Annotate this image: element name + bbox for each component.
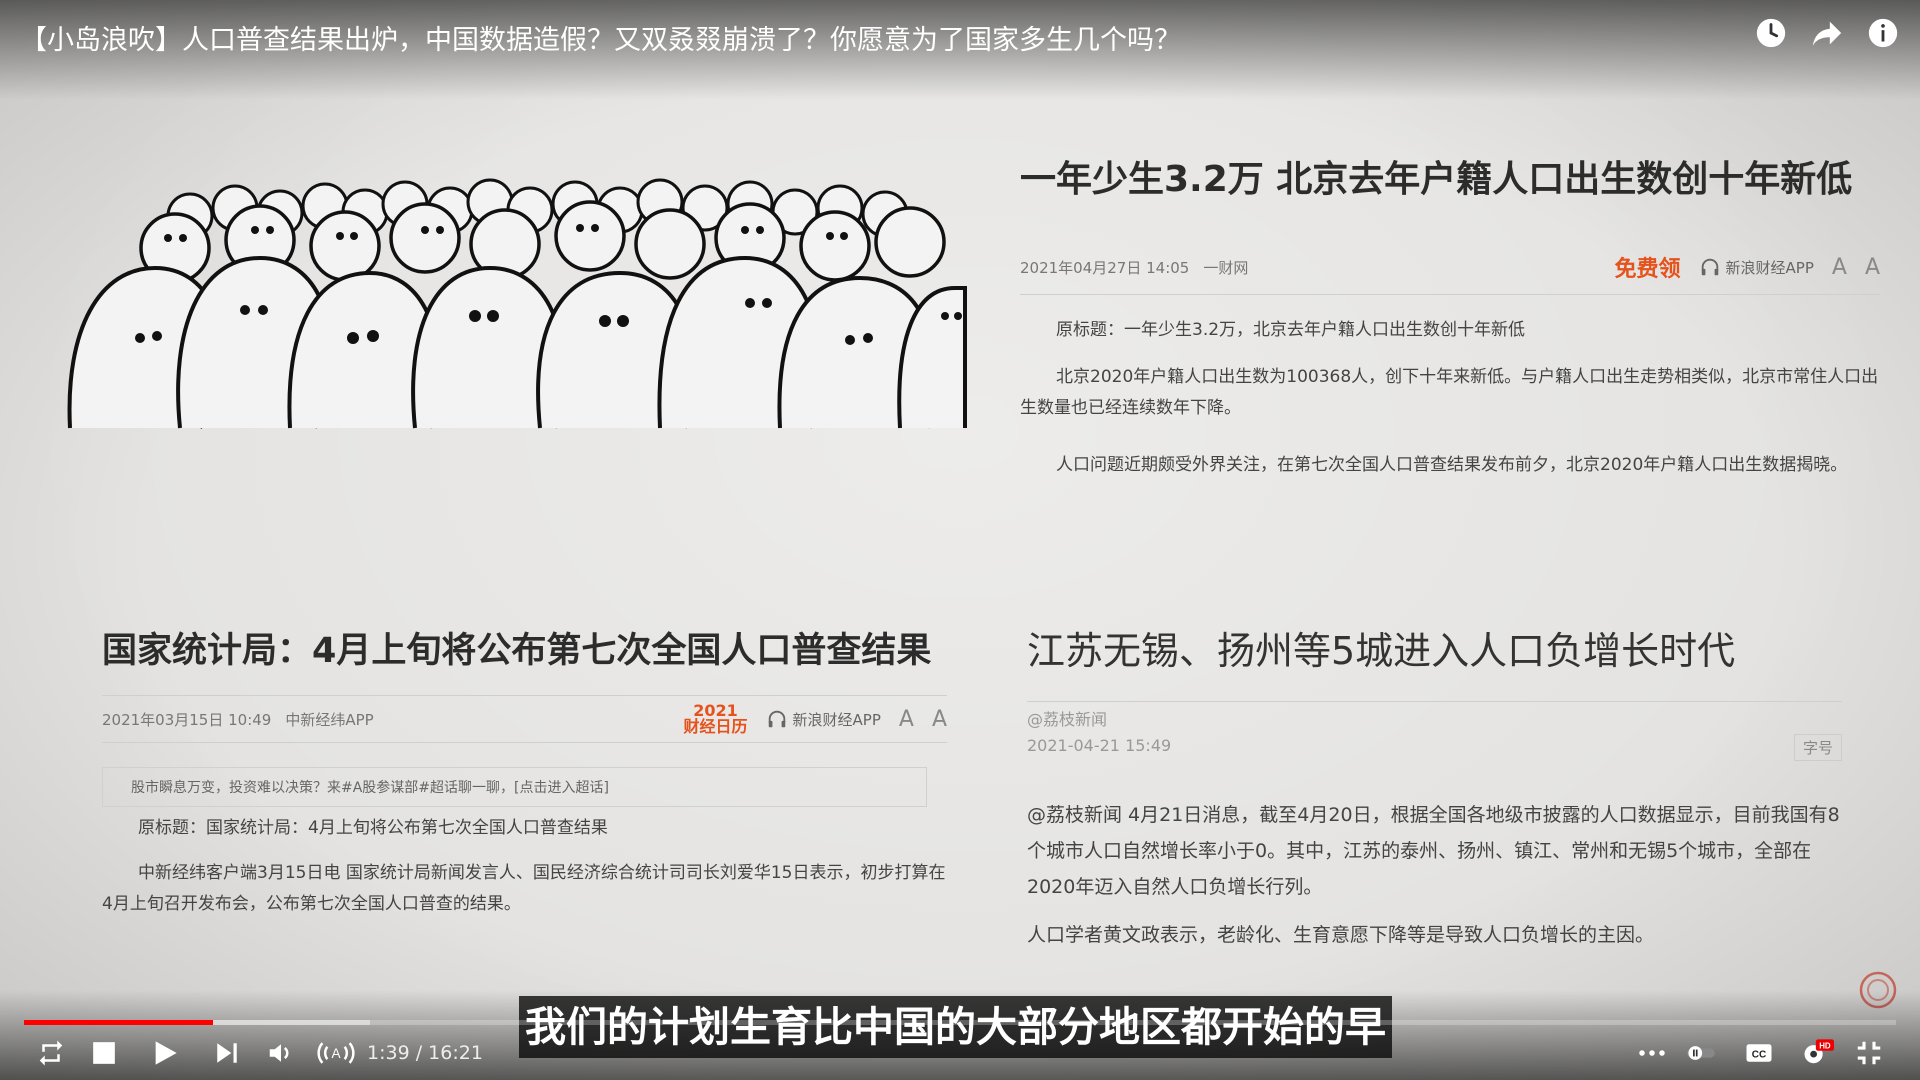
- article3-para: 人口学者黄文政表示，老龄化、生育意愿下降等是导致人口负增长的主因。: [1027, 924, 1655, 946]
- article3-divider: [1027, 701, 1842, 702]
- more-button[interactable]: [1636, 1036, 1668, 1070]
- sina-app-label: 新浪财经APP: [1725, 258, 1814, 277]
- time-total: 16:21: [428, 1042, 483, 1064]
- article-census-release: 国家统计局：4月上旬将公布第七次全国人口普查结果 2021年03月15日 10:…: [102, 622, 947, 920]
- info-icon[interactable]: [1866, 16, 1900, 50]
- article1-date: 2021年04月27日 14:05: [1020, 258, 1190, 277]
- article1-para: 原标题：一年少生3.2万，北京去年户籍人口出生数创十年新低: [1056, 320, 1526, 340]
- font-smaller-button[interactable]: A: [899, 707, 914, 732]
- article1-meta: 2021年04月27日 14:05 一财网 免费领 新浪财经APP A A: [1020, 251, 1881, 283]
- sina-app-link[interactable]: 新浪财经APP: [766, 708, 881, 730]
- article2-para: 中新经纬客户端3月15日电 国家统计局新闻发言人、国民经济综合统计司司长刘爱华1…: [102, 863, 946, 914]
- article-jiangsu-negative-growth: 江苏无锡、扬州等5城进入人口负增长时代 @荔枝新闻 2021-04-21 15:…: [1027, 620, 1842, 953]
- time-current: 1:39: [367, 1042, 410, 1064]
- stop-icon: [93, 1042, 115, 1064]
- settings-button[interactable]: HD: [1800, 1036, 1834, 1070]
- audio-description-button[interactable]: A: [315, 1036, 357, 1070]
- captions-button[interactable]: CC: [1744, 1036, 1774, 1070]
- settings-icon: HD: [1804, 1039, 1834, 1064]
- next-icon: [217, 1043, 237, 1063]
- article2-divider: [102, 695, 947, 696]
- article1-para: 北京2020年户籍人口出生数为100368人，创下十年来新低。与户籍人口出生走势…: [1020, 367, 1879, 418]
- article1-tools: 免费领 新浪财经APP A A: [1615, 251, 1881, 283]
- audio-description-icon: A: [317, 1042, 355, 1064]
- article-beijing-births: 一年少生3.2万 北京去年户籍人口出生数创十年新低 2021年04月27日 14…: [1020, 150, 1880, 481]
- time-display: 1:39 / 16:21: [367, 1042, 483, 1064]
- font-smaller-button[interactable]: A: [1832, 255, 1847, 280]
- video-title[interactable]: 【小岛浪吹】人口普查结果出炉，中国数据造假？又双叒叕崩溃了？你愿意为了国家多生几…: [20, 18, 1720, 57]
- more-icon: [1639, 1050, 1665, 1056]
- article1-source: 一财网: [1203, 258, 1249, 277]
- sina-app-label: 新浪财经APP: [792, 710, 881, 729]
- top-right-controls: [1754, 16, 1900, 50]
- svg-text:CC: CC: [1752, 1049, 1766, 1060]
- article2-title: 国家统计局：4月上旬将公布第七次全国人口普查结果: [102, 631, 932, 671]
- played-bar: [24, 1020, 214, 1025]
- autoplay-toggle[interactable]: [1685, 1036, 1717, 1070]
- stop-button[interactable]: [91, 1036, 117, 1070]
- play-icon: [155, 1041, 177, 1065]
- font-larger-button[interactable]: A: [932, 707, 947, 732]
- article2-divider: [102, 742, 947, 743]
- article3-para: @荔枝新闻 4月21日消息，截至4月20日，根据全国各地级市披露的人口数据显示，…: [1027, 804, 1840, 898]
- article3-date: 2021-04-21 15:49: [1027, 736, 1172, 755]
- progress-bar[interactable]: [24, 1020, 1896, 1025]
- superchat-promo-link[interactable]: 股市瞬息万变，投资难以决策？来#A股参谋部#超话聊一聊，[点击进入超话]: [102, 767, 927, 807]
- fullscreen-exit-icon: [1857, 1041, 1881, 1065]
- hd-badge: HD: [1819, 1041, 1831, 1050]
- captions-icon: CC: [1746, 1044, 1772, 1062]
- article1-title: 一年少生3.2万 北京去年户籍人口出生数创十年新低: [1020, 159, 1853, 200]
- mute-button[interactable]: [266, 1036, 296, 1070]
- article2-tools: 2021 财经日历 新浪财经APP A A: [684, 703, 948, 735]
- article2-date: 2021年03月15日 10:49: [102, 710, 272, 729]
- headphones-icon: [768, 710, 785, 728]
- next-button[interactable]: [214, 1036, 240, 1070]
- calendar-badge-text: 财经日历: [683, 717, 748, 736]
- play-button[interactable]: [151, 1036, 179, 1070]
- article1-para: 人口问题近期颇受外界关注，在第七次全国人口普查结果发布前夕，北京2020年户籍人…: [1056, 455, 1848, 475]
- loop-button[interactable]: [36, 1036, 66, 1070]
- font-size-button[interactable]: 字号: [1793, 734, 1842, 761]
- autoplay-toggle-icon: [1687, 1046, 1715, 1060]
- sina-app-link[interactable]: 新浪财经APP: [1699, 256, 1814, 278]
- crowd-illustration: [67, 178, 967, 429]
- article1-divider: [1020, 294, 1880, 295]
- time-separator: /: [409, 1042, 429, 1064]
- article2-para: 原标题：国家统计局：4月上旬将公布第七次全国人口普查结果: [138, 818, 608, 838]
- free-badge[interactable]: 免费领: [1615, 251, 1681, 283]
- fullscreen-exit-button[interactable]: [1854, 1036, 1884, 1070]
- share-icon[interactable]: [1810, 16, 1844, 50]
- headphones-icon: [1701, 258, 1718, 276]
- loop-icon: [39, 1040, 63, 1066]
- article2-meta: 2021年03月15日 10:49 中新经纬APP 2021 财经日历 新浪财经…: [102, 703, 948, 735]
- article3-title: 江苏无锡、扬州等5城进入人口负增长时代: [1027, 629, 1736, 673]
- subtitle-caption: 我们的计划生育比中国的大部分地区都开始的早: [519, 996, 1392, 1058]
- font-larger-button[interactable]: A: [1865, 255, 1880, 280]
- watch-later-icon[interactable]: [1754, 16, 1788, 50]
- article3-author[interactable]: @荔枝新闻: [1027, 706, 1842, 730]
- article2-source: 中新经纬APP: [285, 710, 374, 729]
- svg-text:A: A: [331, 1046, 341, 1061]
- volume-icon: [269, 1044, 289, 1062]
- finance-calendar-badge[interactable]: 2021 财经日历: [684, 703, 748, 735]
